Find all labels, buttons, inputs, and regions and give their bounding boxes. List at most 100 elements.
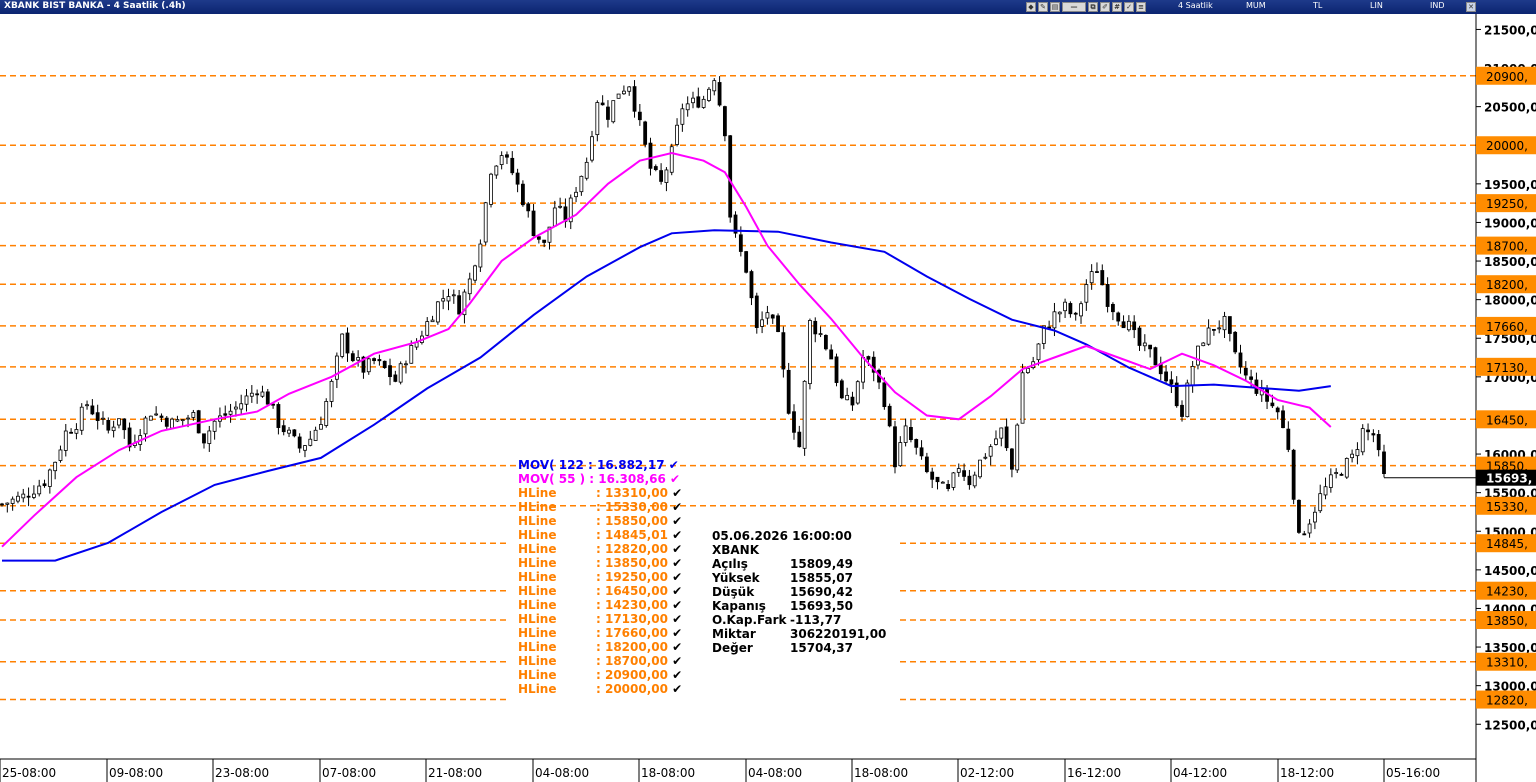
candle-body — [744, 251, 749, 273]
candle-body — [1313, 511, 1317, 523]
candle-body — [536, 236, 541, 240]
candle-body — [377, 359, 382, 362]
candle-body — [653, 166, 658, 171]
legend-hline-item[interactable]: HLine: 15850,00 ✔ — [518, 514, 682, 528]
currency-selector[interactable]: TL — [1313, 1, 1322, 10]
hline-badge-label: 15330, — [1486, 500, 1528, 514]
menu-icon[interactable]: ≡ — [1136, 2, 1146, 12]
tool-strip-icon[interactable]: — — [1062, 2, 1086, 12]
legend-hline-item[interactable]: HLine: 14845,01 ✔ — [518, 528, 682, 542]
candle-body — [1111, 303, 1115, 313]
legend-hline-item[interactable]: HLine: 16450,00 ✔ — [518, 584, 682, 598]
settings-icon[interactable]: ✎ — [1038, 2, 1048, 12]
legend-hline-name: HLine — [518, 584, 557, 598]
y-tick-label: 20500,0 — [1484, 101, 1536, 115]
candle-body — [707, 88, 711, 101]
candle-body — [776, 315, 780, 333]
mode-selector[interactable]: IND — [1430, 1, 1445, 10]
grid-icon[interactable]: # — [1112, 2, 1122, 12]
legend-hline-item[interactable]: HLine: 17660,00 ✔ — [518, 626, 682, 640]
legend-hline-item[interactable]: HLine: 12820,00 ✔ — [518, 542, 682, 556]
candle-body — [1350, 453, 1355, 459]
legend-hline-item[interactable]: HLine: 14230,00 ✔ — [518, 598, 682, 612]
check-icon: ✔ — [672, 514, 683, 528]
candle-body — [1227, 316, 1232, 334]
candle-body — [1212, 328, 1216, 331]
close-icon[interactable]: ✕ — [1466, 2, 1476, 12]
candle-body — [191, 412, 196, 418]
candle-body — [473, 265, 477, 281]
y-tick-label: 21500,0 — [1484, 23, 1536, 37]
legend-hline-item[interactable]: HLine: 15330,00 ✔ — [518, 500, 682, 514]
candle-body — [1344, 458, 1349, 478]
candle-body — [951, 472, 956, 488]
candle-body — [170, 418, 174, 429]
export-icon[interactable]: ▤ — [1050, 2, 1060, 12]
candle-body — [1084, 284, 1089, 303]
candle-body — [749, 271, 754, 299]
x-tick-label: 16-12:00 — [1067, 766, 1121, 780]
check-icon: ✔ — [668, 458, 679, 472]
legend-hline-item[interactable]: HLine: 17130,00 ✔ — [518, 612, 682, 626]
legend-hline-name: HLine — [518, 654, 557, 668]
scale-selector[interactable]: LIN — [1370, 1, 1383, 10]
legend-hline-value: : 20900,00 — [596, 668, 673, 682]
draw-icon[interactable]: ✐ — [1100, 2, 1110, 12]
candle-body — [696, 96, 701, 108]
candle-body — [1132, 321, 1137, 331]
candle-body — [255, 393, 260, 396]
legend-ma55[interactable]: MOV( 55 ) : 16.308,66 ✔ — [518, 472, 682, 486]
legend-hline-item[interactable]: HLine: 13850,00 ✔ — [518, 556, 682, 570]
candle-body — [574, 191, 578, 198]
time-axis: 25-08:00 09-08:00 23-08:00 07-08:00 21-08:00… — [0, 759, 1440, 782]
candle-body — [542, 239, 547, 243]
legend-hline-value: : 17660,00 — [596, 626, 673, 640]
candle-body — [760, 319, 764, 327]
candle-body — [1238, 352, 1243, 368]
candle-body — [1057, 311, 1062, 315]
candle-body — [148, 415, 153, 421]
candle-body — [467, 278, 472, 295]
legend-hline-name: HLine — [518, 500, 557, 514]
candle-body — [579, 175, 584, 193]
legend-hline-item[interactable]: HLine: 13310,00 ✔ — [518, 486, 682, 500]
candle-body — [754, 295, 759, 328]
legend-hline-name: HLine — [518, 528, 557, 542]
legend-hline-item[interactable]: HLine: 18200,00 ✔ — [518, 640, 682, 654]
candle-body — [154, 413, 159, 416]
candle-body — [691, 97, 695, 104]
chart-style-selector[interactable]: MUM — [1246, 1, 1266, 10]
candle-body — [728, 135, 733, 218]
legend-hline-item[interactable]: HLine: 19250,00 ✔ — [518, 570, 682, 584]
candle-body — [967, 475, 972, 486]
pin-icon[interactable]: ◆ — [1026, 2, 1036, 12]
candle-body — [584, 161, 589, 179]
candle-body — [10, 498, 15, 504]
legend-ma122[interactable]: MOV( 122 : 16.882,17 ✔ — [518, 458, 682, 472]
candle-body — [994, 438, 998, 445]
info-key: Miktar — [712, 627, 756, 641]
legend-hline-item[interactable]: HLine: 18700,00 ✔ — [518, 654, 682, 668]
candle-body — [0, 503, 4, 506]
copy-icon[interactable]: ⧉ — [1088, 2, 1098, 12]
legend-hline-item[interactable]: HLine: 20000,00 ✔ — [518, 682, 682, 696]
chart-toolbar: ◆ ✎ ▤ — ⧉ ✐ # ✓ ≡ — [1026, 1, 1146, 13]
candle-body — [409, 345, 414, 364]
legend-hline-name: HLine — [518, 682, 557, 696]
candle-body — [531, 210, 536, 237]
candle-body — [398, 363, 403, 383]
hline-badge-label: 17130, — [1486, 361, 1528, 375]
last-price-label: 15693, — [1486, 472, 1532, 486]
legend-hline-value: : 18700,00 — [596, 654, 673, 668]
candle-body — [1100, 270, 1105, 286]
candle-body — [521, 183, 525, 206]
price-chart[interactable]: 21500,021000,020500,020000,019500,019000… — [0, 14, 1536, 782]
candle-body — [552, 207, 557, 227]
tools-icon[interactable]: ✓ — [1124, 2, 1134, 12]
period-selector[interactable]: 4 Saatlik — [1178, 1, 1213, 10]
legend-hline-item[interactable]: HLine: 20900,00 ✔ — [518, 668, 682, 682]
x-tick-label: 18-08:00 — [641, 766, 695, 780]
info-row: Yüksek 15855,07 — [712, 571, 900, 585]
candle-body — [738, 234, 743, 252]
candle-body — [1275, 407, 1280, 413]
